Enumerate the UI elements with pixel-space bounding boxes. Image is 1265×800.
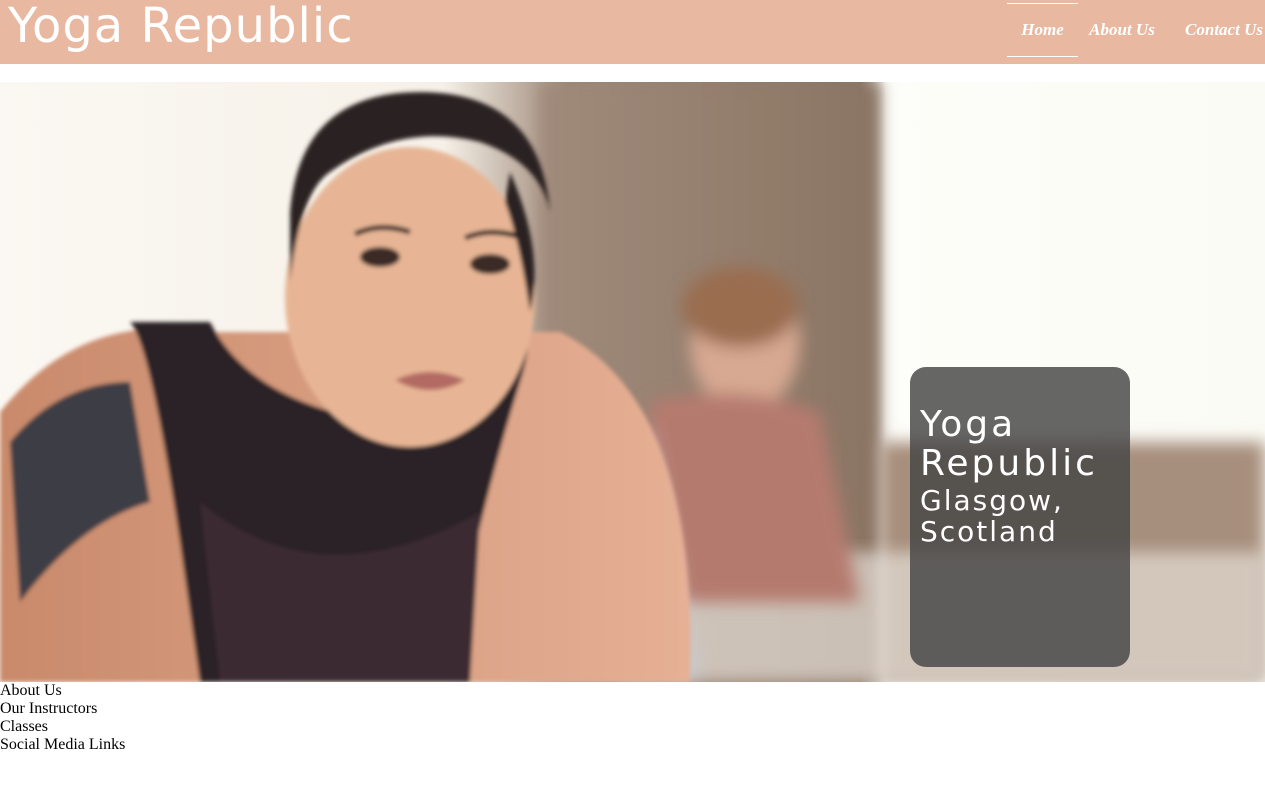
nav-about-us-link[interactable]: About Us bbox=[1087, 3, 1157, 57]
link-our-instructors[interactable]: Our Instructors bbox=[0, 700, 125, 718]
hero-info-card: Yoga Republic Glasgow, Scotland bbox=[910, 367, 1130, 667]
link-about-us[interactable]: About Us bbox=[0, 682, 125, 700]
link-social-media[interactable]: Social Media Links bbox=[0, 736, 125, 754]
hero-banner: Yoga Republic Glasgow, Scotland bbox=[0, 82, 1265, 682]
site-header: Yoga Republic Home About Us Contact Us bbox=[0, 0, 1265, 64]
section-link-list: About Us Our Instructors Classes Social … bbox=[0, 682, 125, 754]
nav-home-link[interactable]: Home bbox=[1007, 3, 1078, 57]
hero-subtitle: Glasgow, Scotland bbox=[920, 484, 1064, 548]
nav-contact-us-link[interactable]: Contact Us bbox=[1183, 3, 1265, 57]
link-classes[interactable]: Classes bbox=[0, 718, 125, 736]
site-brand-logo[interactable]: Yoga Republic bbox=[8, 0, 354, 56]
hero-title: Yoga Republic bbox=[920, 404, 1098, 484]
